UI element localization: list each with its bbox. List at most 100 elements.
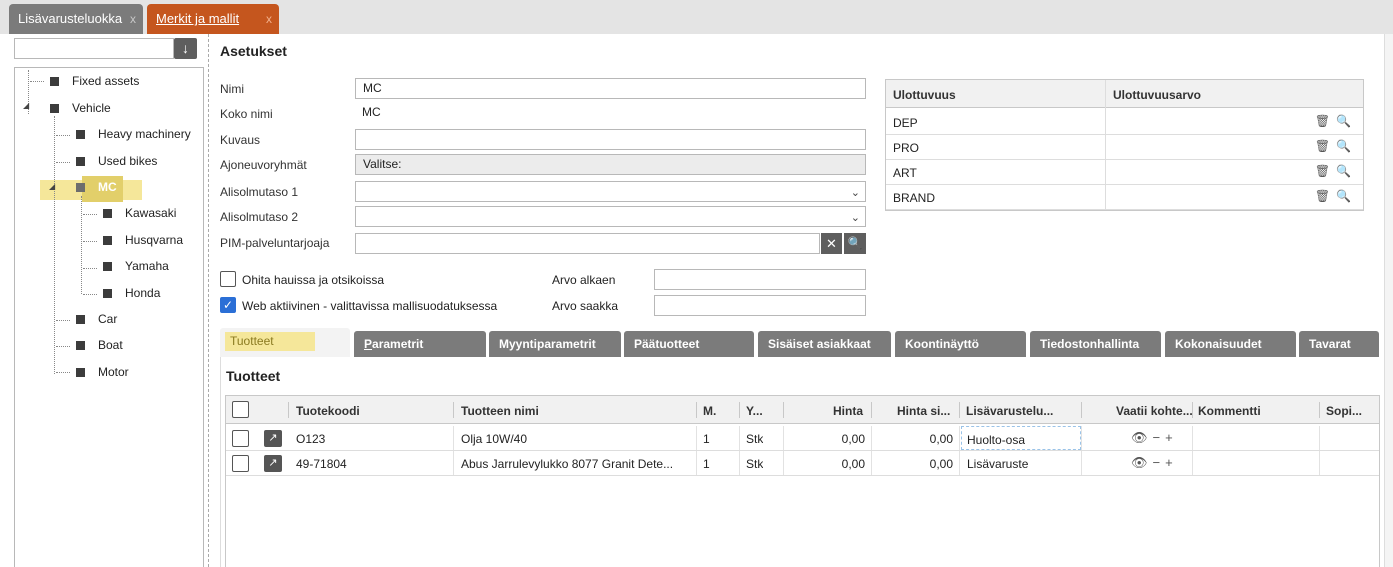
chevron-down-icon[interactable]: ⌄	[851, 184, 860, 203]
tab-koontinaytto[interactable]: Koontinäyttö	[895, 331, 1026, 357]
column-header[interactable]: Lisävarustelu...	[966, 404, 1053, 418]
row-actions[interactable]: 🗑🔍	[1315, 139, 1357, 153]
panel-splitter[interactable]	[208, 34, 209, 567]
dimension-code: PRO	[893, 141, 920, 155]
pim-label: PIM-palveluntarjoaja	[220, 236, 330, 250]
doc-tab-lisavarusteluokka[interactable]: Lisävarusteluokka x	[9, 4, 143, 34]
open-link-icon[interactable]: ↗	[264, 430, 282, 447]
column-header[interactable]: Y...	[746, 404, 763, 418]
cell-divider	[1319, 426, 1320, 450]
alisolmutaso2-label: Alisolmutaso 2	[220, 210, 299, 224]
tab-label: Päätuotteet	[634, 337, 700, 351]
tree-connector	[56, 162, 70, 163]
tab-tuotteet[interactable]: Tuotteet	[220, 328, 350, 357]
tree-item-label: Honda	[125, 286, 161, 300]
row-action-icons[interactable]: 👁−+	[1131, 455, 1178, 471]
settings-title: Asetukset	[220, 43, 287, 59]
row-action-icons[interactable]: 👁−+	[1131, 430, 1178, 446]
vertical-scrollbar[interactable]	[1384, 34, 1393, 567]
cell-divider	[1319, 451, 1320, 475]
column-header[interactable]: Tuotteen nimi	[461, 404, 539, 418]
doc-tab-merkit-ja-mallit[interactable]: Merkit ja mallit x	[147, 4, 279, 34]
arrow-down-icon[interactable]: ↓	[174, 38, 197, 59]
column-header[interactable]: Hinta si...	[897, 404, 950, 418]
product-price: 0,00	[841, 432, 865, 446]
tab-paatuotteet[interactable]: Päätuotteet	[624, 331, 754, 357]
clear-icon[interactable]: ✕	[821, 233, 842, 254]
arvo-saakka-label: Arvo saakka	[552, 299, 619, 313]
web-aktiivinen-checkbox[interactable]: ✓	[220, 297, 236, 313]
tab-tiedostonhallinta[interactable]: Tiedostonhallinta	[1030, 331, 1161, 357]
tree-item-label: Boat	[98, 338, 123, 352]
product-name: Olja 10W/40	[461, 432, 528, 446]
tree-item-label: Yamaha	[125, 259, 169, 273]
column-header[interactable]: Tuotekoodi	[296, 404, 360, 418]
tree-connector	[54, 116, 55, 374]
table-row[interactable]: ↗ O123 Olja 10W/40 1 Stk 0,00 0,00 Huolt…	[226, 426, 1379, 451]
products-grid: Tuotekoodi Tuotteen nimi M. Y... Hinta H…	[225, 395, 1380, 567]
alisolmutaso2-select[interactable]: ⌄	[355, 206, 866, 227]
node-icon	[76, 315, 85, 324]
row-checkbox[interactable]	[232, 430, 249, 447]
nimi-field[interactable]: MC	[355, 78, 866, 99]
products-title: Tuotteet	[226, 368, 281, 384]
node-icon	[103, 262, 112, 271]
cell-divider	[1081, 451, 1082, 475]
column-divider	[1192, 402, 1193, 418]
search-icon[interactable]: 🔍	[844, 233, 866, 254]
tree-item-label: Car	[98, 312, 118, 326]
cell-divider	[739, 451, 740, 475]
tree-item-label: Fixed assets	[72, 74, 140, 88]
column-divider	[1319, 402, 1320, 418]
chevron-down-icon[interactable]: ⌄	[851, 209, 860, 228]
table-row[interactable]: ↗ 49-71804 Abus Jarrulevylukko 8077 Gran…	[226, 451, 1379, 476]
node-icon	[103, 236, 112, 245]
tab-parametrit[interactable]: Parametrit	[354, 331, 486, 357]
expanded-triangle-icon[interactable]: ◢	[23, 101, 29, 110]
column-header: Ulottuvuus	[893, 88, 956, 102]
tree-connector	[83, 294, 97, 295]
cell-divider	[959, 426, 960, 450]
column-header[interactable]: M.	[703, 404, 716, 418]
tab-myyntiparametrit[interactable]: Myyntiparametrit	[489, 331, 621, 357]
tab-label: Sisäiset asiakkaat	[768, 337, 871, 351]
select-all-checkbox[interactable]	[232, 401, 249, 418]
dimension-code: DEP	[893, 116, 918, 130]
kuvaus-field[interactable]	[355, 129, 866, 150]
tab-sisaiset-asiakkaat[interactable]: Sisäiset asiakkaat	[758, 331, 891, 357]
ajoneuvoryhmat-select[interactable]: Valitse:	[355, 154, 866, 175]
grid-header: Tuotekoodi Tuotteen nimi M. Y... Hinta H…	[226, 396, 1379, 424]
column-header[interactable]: Vaatii kohte...	[1116, 404, 1193, 418]
dimension-row[interactable]: ART 🗑🔍	[886, 160, 1363, 185]
column-header[interactable]: Sopi...	[1326, 404, 1362, 418]
dimension-row[interactable]: PRO 🗑🔍	[886, 135, 1363, 160]
tree-connector	[56, 372, 70, 373]
row-checkbox[interactable]	[232, 455, 249, 472]
expanded-triangle-icon[interactable]: ◢	[49, 182, 55, 191]
tab-tavarat[interactable]: Tavarat	[1299, 331, 1379, 357]
tree-search-input[interactable]	[14, 38, 174, 59]
open-link-icon[interactable]: ↗	[264, 455, 282, 472]
product-code: 49-71804	[296, 457, 347, 471]
tree-connector	[81, 196, 82, 294]
close-icon[interactable]: x	[130, 4, 136, 34]
column-header[interactable]: Hinta	[833, 404, 863, 418]
node-icon	[76, 341, 85, 350]
ohita-label: Ohita hauissa ja otsikoissa	[242, 273, 385, 287]
cell-divider	[453, 451, 454, 475]
row-actions[interactable]: 🗑🔍	[1315, 164, 1357, 178]
row-actions[interactable]: 🗑🔍	[1315, 114, 1357, 128]
row-actions[interactable]: 🗑🔍	[1315, 189, 1357, 203]
dimension-row[interactable]: DEP 🗑🔍	[886, 110, 1363, 135]
dimension-row[interactable]: BRAND 🗑🔍	[886, 185, 1363, 210]
column-header[interactable]: Kommentti	[1198, 404, 1261, 418]
nimi-label: Nimi	[220, 82, 244, 96]
close-icon[interactable]: x	[266, 4, 272, 34]
ohita-checkbox[interactable]	[220, 271, 236, 287]
pim-field[interactable]	[355, 233, 820, 254]
tab-kokonaisuudet[interactable]: Kokonaisuudet	[1165, 331, 1296, 357]
arvo-saakka-field[interactable]	[654, 295, 866, 316]
arvo-alkaen-field[interactable]	[654, 269, 866, 290]
product-code: O123	[296, 432, 326, 446]
alisolmutaso1-select[interactable]: ⌄	[355, 181, 866, 202]
